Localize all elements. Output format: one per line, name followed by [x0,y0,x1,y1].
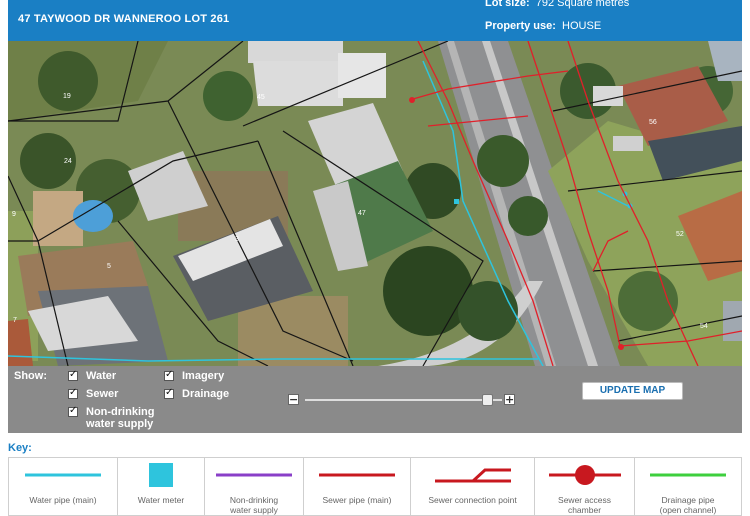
lot-number: 9 [12,211,16,218]
imagery-checkbox-label: Imagery [182,370,225,382]
sewer-checkbox[interactable]: Sewer [68,387,119,400]
zoom-slider[interactable] [305,394,502,406]
legend-item-sewer-pipe: Sewer pipe (main) [304,458,411,515]
non-drinking-line-icon [216,473,292,477]
roof-45 [253,61,343,106]
non-drinking-label-line2: water supply [86,418,154,430]
map-canvas[interactable]: 19 45 24 47 9 3 5 7 56 52 54 [8,41,742,366]
drainage-checkbox[interactable]: Drainage [164,387,230,400]
lot-number: 24 [64,158,72,165]
lot-number: 7 [13,317,17,324]
drainage-pipe-line-icon [650,473,726,477]
water-checkbox[interactable]: Water [68,369,117,382]
legend-caption: Sewer access chamber [558,495,611,515]
drainage-checkbox-label: Drainage [182,388,230,400]
non-drinking-water-checkbox[interactable]: Non-drinking water supply [68,405,154,430]
lot-number: 47 [358,210,366,217]
property-use: Property use: HOUSE [485,20,601,32]
lot-number: 19 [63,93,71,100]
map-legend: Water pipe (main) Water meter Non-drinki… [8,457,742,516]
lot-size-label: Lot size: [485,0,530,9]
sewer-access-marker [409,97,415,103]
legend-caption: Sewer pipe (main) [322,495,392,505]
sewer-connection-icon [434,468,511,483]
imagery-checkbox[interactable]: Imagery [164,369,225,382]
key-title: Key: [8,442,32,454]
lot-number: 45 [257,94,265,101]
legend-item-sewer-access: Sewer access chamber [535,458,635,515]
zoom-slider-handle[interactable] [481,394,493,406]
property-address-title: 47 TAYWOOD DR WANNEROO LOT 261 [18,13,230,25]
legend-caption: Water meter [137,495,185,505]
legend-item-sewer-connection: Sewer connection point [411,458,535,515]
swimming-pool [73,200,113,232]
lot-number: 3 [235,236,239,243]
legend-caption: Sewer connection point [428,495,517,505]
checkbox-checked-icon[interactable] [164,369,174,381]
update-map-button[interactable]: UPDATE MAP [582,382,683,400]
lot-size: Lot size: 792 Square metres [485,0,629,9]
lot-number: 56 [649,119,657,126]
legend-item-drainage: Drainage pipe (open channel) [635,458,741,515]
property-services-viewer: 47 TAYWOOD DR WANNEROO LOT 261 Lot size:… [0,0,750,516]
aerial-map[interactable]: 19 45 24 47 9 3 5 7 56 52 54 [8,41,742,366]
non-drinking-water-checkbox-label: Non-drinking water supply [86,406,154,430]
legend-caption: Non-drinking water supply [229,495,279,515]
lot-size-value: 792 Square metres [535,0,630,9]
lot-number: 52 [676,231,684,238]
checkbox-checked-icon[interactable] [68,387,78,399]
checkbox-checked-icon[interactable] [68,369,78,381]
show-label: Show: [14,370,47,382]
sewer-access-chamber-icon [548,465,621,485]
property-use-value: HOUSE [562,20,602,32]
lot-number: 5 [107,263,111,270]
legend-item-water-meter: Water meter [118,458,205,515]
checkbox-checked-icon[interactable] [164,387,174,399]
property-use-label: Property use: [485,20,556,32]
sewer-checkbox-label: Sewer [86,388,119,400]
zoom-in-button[interactable]: + [504,394,515,405]
water-meter-marker [454,199,459,204]
water-checkbox-label: Water [86,370,117,382]
lot-number: 54 [700,323,708,330]
water-meter-square-icon [149,463,173,487]
water-pipe-line-icon [25,473,101,477]
zoom-out-button[interactable]: − [288,394,299,405]
checkbox-checked-icon[interactable] [68,405,78,417]
sewer-pipe-line-icon [319,473,395,477]
legend-item-water-pipe: Water pipe (main) [9,458,118,515]
legend-item-non-drinking: Non-drinking water supply [205,458,304,515]
map-controls: Show: Water Sewer Non-drinking water sup… [8,366,742,433]
legend-caption: Drainage pipe (open channel) [659,495,717,515]
non-drinking-label-line1: Non-drinking [86,406,155,418]
property-header: 47 TAYWOOD DR WANNEROO LOT 261 Lot size:… [8,0,742,41]
legend-caption: Water pipe (main) [29,495,97,505]
